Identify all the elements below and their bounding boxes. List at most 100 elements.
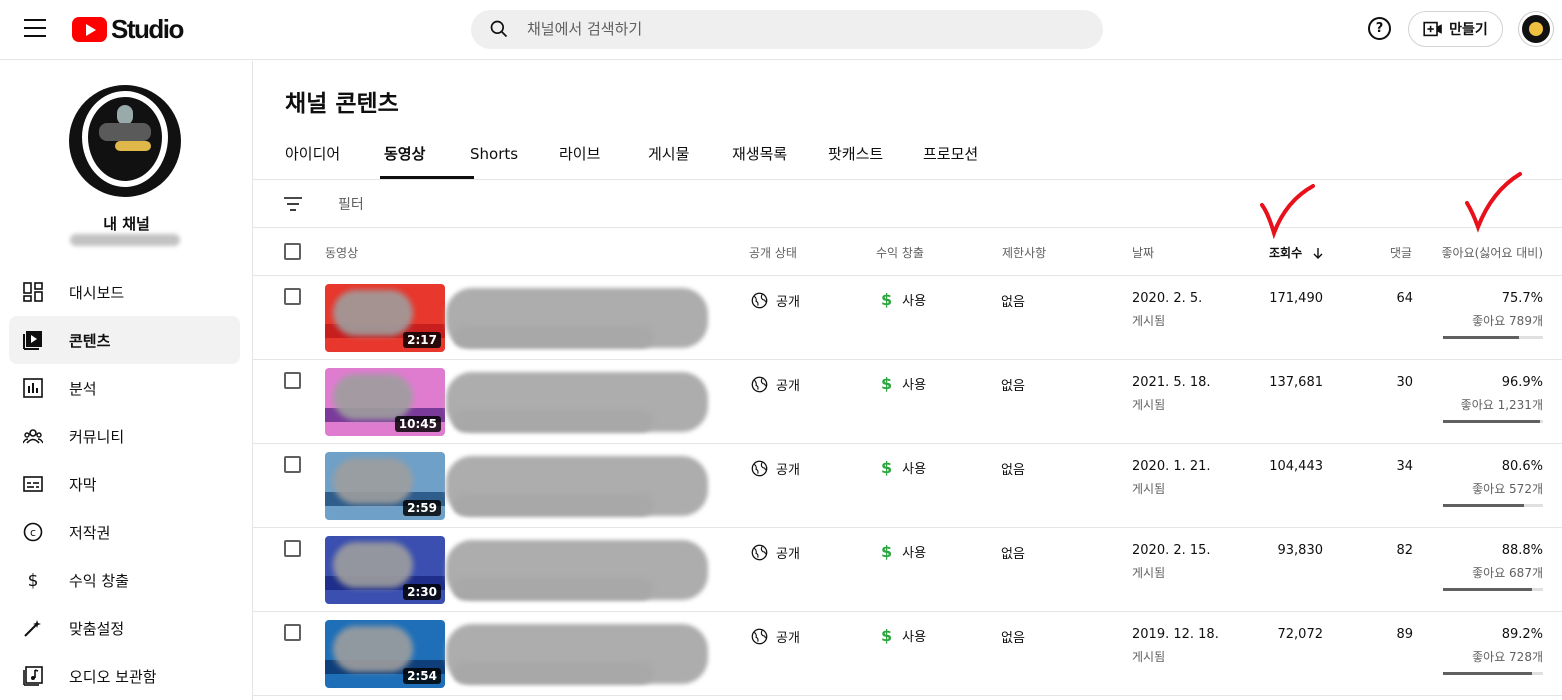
logo-text: Studio (111, 14, 184, 44)
monetization-cell[interactable]: $ 사용 (881, 626, 926, 645)
dollar-icon: $ (881, 626, 893, 645)
customization-icon (23, 618, 43, 638)
monetization-cell[interactable]: $ 사용 (881, 542, 926, 561)
views-value: 72,072 (1277, 627, 1324, 642)
date-status: 게시됨 (1132, 398, 1166, 412)
monetization-cell[interactable]: $ 사용 (881, 290, 926, 309)
table-row[interactable]: 2:17 공개 $ 사용 없음 2020. 2. 5. 게시됨 171,490 … (253, 276, 1562, 360)
like-ratio-bar (1443, 672, 1543, 675)
visibility-cell[interactable]: 공개 (751, 627, 800, 646)
help-icon[interactable]: ? (1368, 17, 1391, 40)
like-ratio-bar (1443, 336, 1543, 339)
sidebar-item-label: 분석 (69, 379, 97, 398)
sidebar-item-customization[interactable]: 맞춤설정 (9, 604, 240, 652)
video-thumbnail[interactable]: 2:54 (325, 620, 445, 688)
tab-posts[interactable]: 게시물 (648, 132, 732, 179)
studio-logo[interactable]: Studio (72, 14, 184, 45)
sidebar-item-monetization[interactable]: $ 수익 창출 (9, 556, 240, 604)
tab-playlists[interactable]: 재생목록 (732, 132, 828, 179)
visibility-cell[interactable]: 공개 (751, 459, 800, 478)
visibility-cell[interactable]: 공개 (751, 291, 800, 310)
filter-icon[interactable] (284, 197, 302, 211)
comments-value: 82 (1396, 543, 1413, 558)
dollar-icon: $ (881, 458, 893, 477)
table-row[interactable]: 2:54 공개 $ 사용 없음 2019. 12. 18. 게시됨 72,072… (253, 612, 1562, 696)
video-duration: 2:54 (403, 668, 441, 684)
views-value: 171,490 (1269, 291, 1323, 306)
like-ratio-bar (1443, 504, 1543, 507)
monetization-label: 사용 (902, 546, 927, 561)
date-value: 2020. 1. 21. (1132, 459, 1211, 474)
video-duration: 10:45 (394, 416, 441, 432)
tab-videos[interactable]: 동영상 (380, 132, 474, 179)
monetization-label: 사용 (902, 630, 927, 645)
tab-shorts[interactable]: Shorts (470, 132, 559, 179)
sidebar-item-subtitles[interactable]: 자막 (9, 460, 240, 508)
visibility-cell[interactable]: 공개 (751, 375, 800, 394)
visibility-label: 공개 (776, 295, 800, 310)
date-value: 2019. 12. 18. (1132, 627, 1219, 642)
community-icon (23, 426, 43, 446)
create-button-label: 만들기 (1449, 22, 1488, 38)
account-avatar[interactable] (1519, 12, 1553, 46)
tab-promotions[interactable]: 프로모션 (923, 132, 1013, 179)
restrictions-value: 없음 (1001, 295, 1025, 310)
views-value: 93,830 (1277, 543, 1324, 558)
globe-icon (751, 544, 768, 561)
content-tabs: 아이디어 동영상 Shorts 라이브 게시물 재생목록 팟캐스트 프로모션 (285, 132, 1013, 179)
sidebar-item-content[interactable]: 콘텐츠 (9, 316, 240, 364)
subtitles-icon (23, 474, 43, 494)
row-checkbox[interactable] (284, 288, 301, 305)
row-checkbox[interactable] (284, 540, 301, 557)
tab-live[interactable]: 라이브 (559, 132, 648, 179)
column-likes: 좋아요(싫어요 대비) (1441, 246, 1544, 260)
video-thumbnail[interactable]: 2:17 (325, 284, 445, 352)
column-date[interactable]: 날짜 (1132, 244, 1154, 261)
restrictions-value: 없음 (1001, 631, 1025, 646)
views-value: 137,681 (1269, 375, 1323, 390)
row-checkbox[interactable] (284, 624, 301, 641)
menu-icon[interactable] (24, 19, 46, 37)
video-description-redacted (453, 494, 653, 516)
select-all-checkbox[interactable] (284, 243, 301, 260)
sidebar-item-community[interactable]: 커뮤니티 (9, 412, 240, 460)
row-checkbox[interactable] (284, 456, 301, 473)
video-thumbnail[interactable]: 10:45 (325, 368, 445, 436)
search-bar[interactable] (471, 10, 1103, 49)
table-row[interactable]: 10:45 공개 $ 사용 없음 2021. 5. 18. 게시됨 137,68… (253, 360, 1562, 444)
create-button[interactable]: 만들기 (1408, 11, 1503, 47)
sidebar-item-audio-library[interactable]: 오디오 보관함 (9, 652, 240, 700)
restrictions-value: 없음 (1001, 463, 1025, 478)
sidebar-item-copyright[interactable]: c 저작권 (9, 508, 240, 556)
column-monetization: 수익 창출 (876, 246, 924, 260)
monetization-cell[interactable]: $ 사용 (881, 374, 926, 393)
like-percentage: 80.6% (1501, 459, 1543, 474)
row-checkbox[interactable] (284, 372, 301, 389)
video-thumbnail[interactable]: 2:30 (325, 536, 445, 604)
likes-count: 좋아요 728개 (1472, 650, 1543, 664)
sidebar-item-analytics[interactable]: 분석 (9, 364, 240, 412)
thumbnail-redaction (333, 374, 413, 420)
tab-podcasts[interactable]: 팟캐스트 (828, 132, 923, 179)
tab-label: 라이브 (559, 145, 601, 163)
channel-avatar[interactable] (69, 85, 181, 197)
visibility-cell[interactable]: 공개 (751, 543, 800, 562)
table-row[interactable]: 2:30 공개 $ 사용 없음 2020. 2. 15. 게시됨 93,830 … (253, 528, 1562, 612)
date-value: 2020. 2. 5. (1132, 291, 1203, 306)
visibility-label: 공개 (776, 547, 800, 562)
video-thumbnail[interactable]: 2:59 (325, 452, 445, 520)
date-status: 게시됨 (1132, 314, 1166, 328)
top-bar: Studio ? 만들기 (0, 0, 1562, 60)
sort-down-arrow-icon[interactable] (1312, 247, 1324, 259)
sidebar-item-dashboard[interactable]: 대시보드 (9, 268, 240, 316)
restrictions-value: 없음 (1001, 379, 1025, 394)
sidebar-item-label: 커뮤니티 (69, 427, 125, 446)
column-views[interactable]: 조회수 (1269, 244, 1324, 261)
sidebar: 내 채널 대시보드 콘텐츠 분석 커뮤니티 자막 c 저작권 $ 수익 창출 맞… (0, 61, 253, 700)
search-input[interactable] (527, 18, 1067, 40)
filter-input[interactable]: 필터 (338, 194, 364, 214)
table-row[interactable]: 2:59 공개 $ 사용 없음 2020. 1. 21. 게시됨 104,443… (253, 444, 1562, 528)
search-icon[interactable] (489, 19, 509, 39)
tab-ideas[interactable]: 아이디어 (285, 132, 384, 179)
monetization-cell[interactable]: $ 사용 (881, 458, 926, 477)
